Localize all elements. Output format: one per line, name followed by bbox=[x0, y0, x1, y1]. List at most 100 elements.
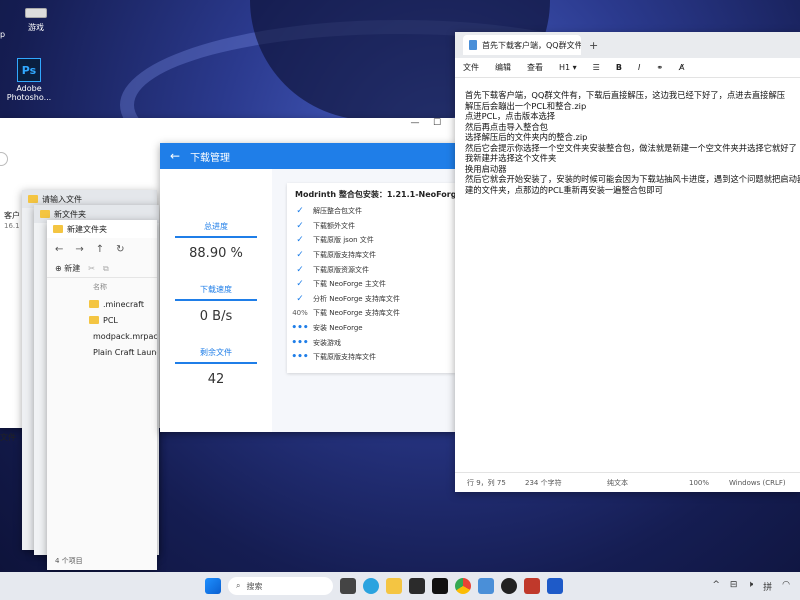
task-step: ••• 安装 NeoForge bbox=[287, 321, 455, 336]
search-icon: ⌕ bbox=[236, 581, 241, 590]
up-arrow-icon[interactable]: ↑ bbox=[96, 244, 104, 255]
refresh-icon[interactable]: ↻ bbox=[116, 244, 124, 255]
cursor-position: 行 9，列 75 bbox=[467, 478, 506, 487]
bold-icon[interactable]: B bbox=[616, 63, 622, 72]
stat-total-progress: 总进度 88.90 % bbox=[175, 221, 257, 261]
task-step: ✓ 下载原版 json 文件 bbox=[287, 233, 455, 248]
add-tab-icon[interactable]: + bbox=[589, 39, 598, 52]
explorer-window-front[interactable]: 新建文件夹 ← → ↑ ↻ ⊕ 新建 ✂ ⧉ 名称 .minecraft PCL… bbox=[47, 220, 157, 570]
volume-icon[interactable]: 🕨 bbox=[747, 580, 753, 593]
task-step: 40% 下载 NeoForge 支持库文件 bbox=[287, 306, 455, 321]
column-header-name[interactable]: 名称 bbox=[47, 278, 157, 296]
notepad-taskbar-icon[interactable] bbox=[478, 578, 494, 594]
chevron-up-icon[interactable]: ^ bbox=[712, 580, 720, 593]
terminal-icon[interactable] bbox=[409, 578, 425, 594]
window-title: 下载管理 bbox=[190, 152, 231, 164]
network-icon[interactable]: ⊟ bbox=[730, 580, 738, 593]
taskview-icon[interactable] bbox=[340, 578, 356, 594]
forward-arrow-icon[interactable]: → bbox=[75, 244, 83, 255]
check-icon: ✓ bbox=[296, 293, 304, 304]
heading-select[interactable]: H1 ▾ bbox=[559, 63, 577, 72]
task-title: Modrinth 整合包安装：1.21.1-NeoForge_21.1.2 bbox=[295, 190, 455, 199]
folder-icon bbox=[40, 210, 50, 218]
menu-file[interactable]: 文件 bbox=[463, 62, 479, 73]
folder-icon bbox=[28, 195, 38, 203]
input-method[interactable]: 拼 bbox=[763, 580, 772, 593]
check-icon: ✓ bbox=[296, 206, 304, 217]
minimize-icon[interactable]: — bbox=[404, 118, 426, 132]
italic-icon[interactable]: I bbox=[638, 63, 640, 72]
file-row[interactable]: Plain Craft Launcher bbox=[47, 344, 157, 360]
desktop-icon-photoshop[interactable]: Ps Adobe Photosho... bbox=[6, 58, 52, 102]
chrome-icon[interactable] bbox=[455, 578, 471, 594]
copy-icon[interactable]: ⧉ bbox=[103, 264, 109, 274]
telegram-icon[interactable] bbox=[363, 578, 379, 594]
download-manager-window[interactable]: ← 下载管理 总进度 88.90 % 下载速度 0 B/s 剩余文件 42 Mo… bbox=[160, 143, 455, 432]
new-button[interactable]: ⊕ 新建 bbox=[55, 263, 80, 274]
task-step: ••• 下载原版支持库文件 bbox=[287, 350, 455, 365]
cut-icon[interactable]: ✂ bbox=[88, 264, 95, 273]
back-arrow-icon[interactable]: ← bbox=[55, 244, 63, 255]
task-step: ✓ 下载原版支持库文件 bbox=[287, 248, 455, 263]
notepad-text-area[interactable]: 首先下载客户端，QQ群文件有，下载后直接解压，这边我已经下好了，点进去直接解压 … bbox=[455, 78, 800, 195]
taskbar: ⌕ 搜索 ^ ⊟ 🕨 拼 ◠ bbox=[0, 572, 800, 600]
file-row[interactable]: modpack.mrpack bbox=[47, 328, 157, 344]
list-icon[interactable]: ☰ bbox=[593, 63, 600, 72]
check-icon: ✓ bbox=[296, 264, 304, 275]
file-explorer-icon[interactable] bbox=[386, 578, 402, 594]
pcl-launcher-icon[interactable] bbox=[547, 578, 563, 594]
app-icon[interactable] bbox=[524, 578, 540, 594]
bg-file-text: 文件 bbox=[0, 433, 16, 442]
wifi-icon[interactable]: ◠ bbox=[782, 580, 790, 593]
check-icon: ✓ bbox=[296, 220, 304, 231]
task-step: ✓ 下载 NeoForge 主文件 bbox=[287, 277, 455, 292]
bg-customer-text: 客户 bbox=[4, 211, 20, 220]
folder-icon bbox=[89, 316, 99, 324]
photoshop-icon: Ps bbox=[17, 58, 41, 82]
circle-button[interactable] bbox=[0, 152, 8, 166]
menu-edit[interactable]: 编辑 bbox=[495, 62, 511, 73]
install-task-card: Modrinth 整合包安装：1.21.1-NeoForge_21.1.2 ✓解… bbox=[287, 183, 455, 373]
stats-panel: 总进度 88.90 % 下载速度 0 B/s 剩余文件 42 bbox=[160, 169, 272, 432]
file-row[interactable]: PCL bbox=[47, 312, 157, 328]
clear-format-icon[interactable]: A̸ bbox=[679, 63, 684, 72]
zoom-level: 100% bbox=[689, 478, 710, 487]
drive-icon bbox=[25, 8, 47, 18]
notepad-icon bbox=[469, 40, 477, 50]
stat-download-speed: 下载速度 0 B/s bbox=[175, 284, 257, 324]
bg-version-text: 16.1 bbox=[4, 222, 20, 230]
line-ending: Windows (CRLF) bbox=[729, 478, 786, 487]
qq-icon[interactable] bbox=[501, 578, 517, 594]
file-row[interactable]: .minecraft bbox=[47, 296, 157, 312]
char-count: 234 个字符 bbox=[525, 478, 562, 487]
task-step: ✓ 解压整合包文件 bbox=[287, 204, 455, 219]
start-icon[interactable] bbox=[205, 578, 221, 594]
notepad-window[interactable]: 首先下载客户端，QQ群文件有，下载 + 文件 编辑 查看 H1 ▾ ☰ B I … bbox=[455, 32, 800, 492]
pending-dots-icon: ••• bbox=[291, 337, 309, 348]
format-label: 纯文本 bbox=[607, 478, 628, 487]
task-step: ✓ 下载原版资源文件 bbox=[287, 262, 455, 277]
folder-icon bbox=[89, 300, 99, 308]
yandex-icon[interactable] bbox=[432, 578, 448, 594]
check-icon: ✓ bbox=[296, 250, 304, 261]
desktop-edge-text: p bbox=[0, 30, 6, 39]
taskbar-search[interactable]: ⌕ 搜索 bbox=[228, 577, 333, 595]
check-icon: ✓ bbox=[296, 279, 304, 290]
explorer-tab-label[interactable]: 新建文件夹 bbox=[67, 224, 107, 235]
folder-icon bbox=[53, 225, 63, 233]
task-step: ••• 安装游戏 bbox=[287, 335, 455, 350]
task-step: ✓ 分析 NeoForge 支持库文件 bbox=[287, 292, 455, 307]
progress-percent: 40% bbox=[292, 309, 308, 318]
desktop-icon-games[interactable]: 游戏 bbox=[18, 8, 54, 33]
system-tray: ^ ⊟ 🕨 拼 ◠ bbox=[712, 580, 790, 593]
link-icon[interactable]: ⚭ bbox=[656, 63, 663, 72]
maximize-icon[interactable]: ☐ bbox=[426, 118, 448, 132]
pending-dots-icon: ••• bbox=[291, 352, 309, 363]
back-arrow-icon[interactable]: ← bbox=[170, 149, 180, 163]
menu-view[interactable]: 查看 bbox=[527, 62, 543, 73]
notepad-status-bar: 行 9，列 75 234 个字符 纯文本 100% Windows (CRLF) bbox=[455, 472, 800, 492]
task-step: ✓ 下载额外文件 bbox=[287, 219, 455, 234]
notepad-tab[interactable]: 首先下载客户端，QQ群文件有，下载 bbox=[463, 35, 581, 55]
item-count: 4 个项目 bbox=[55, 557, 83, 565]
stat-remaining-files: 剩余文件 42 bbox=[175, 347, 257, 387]
